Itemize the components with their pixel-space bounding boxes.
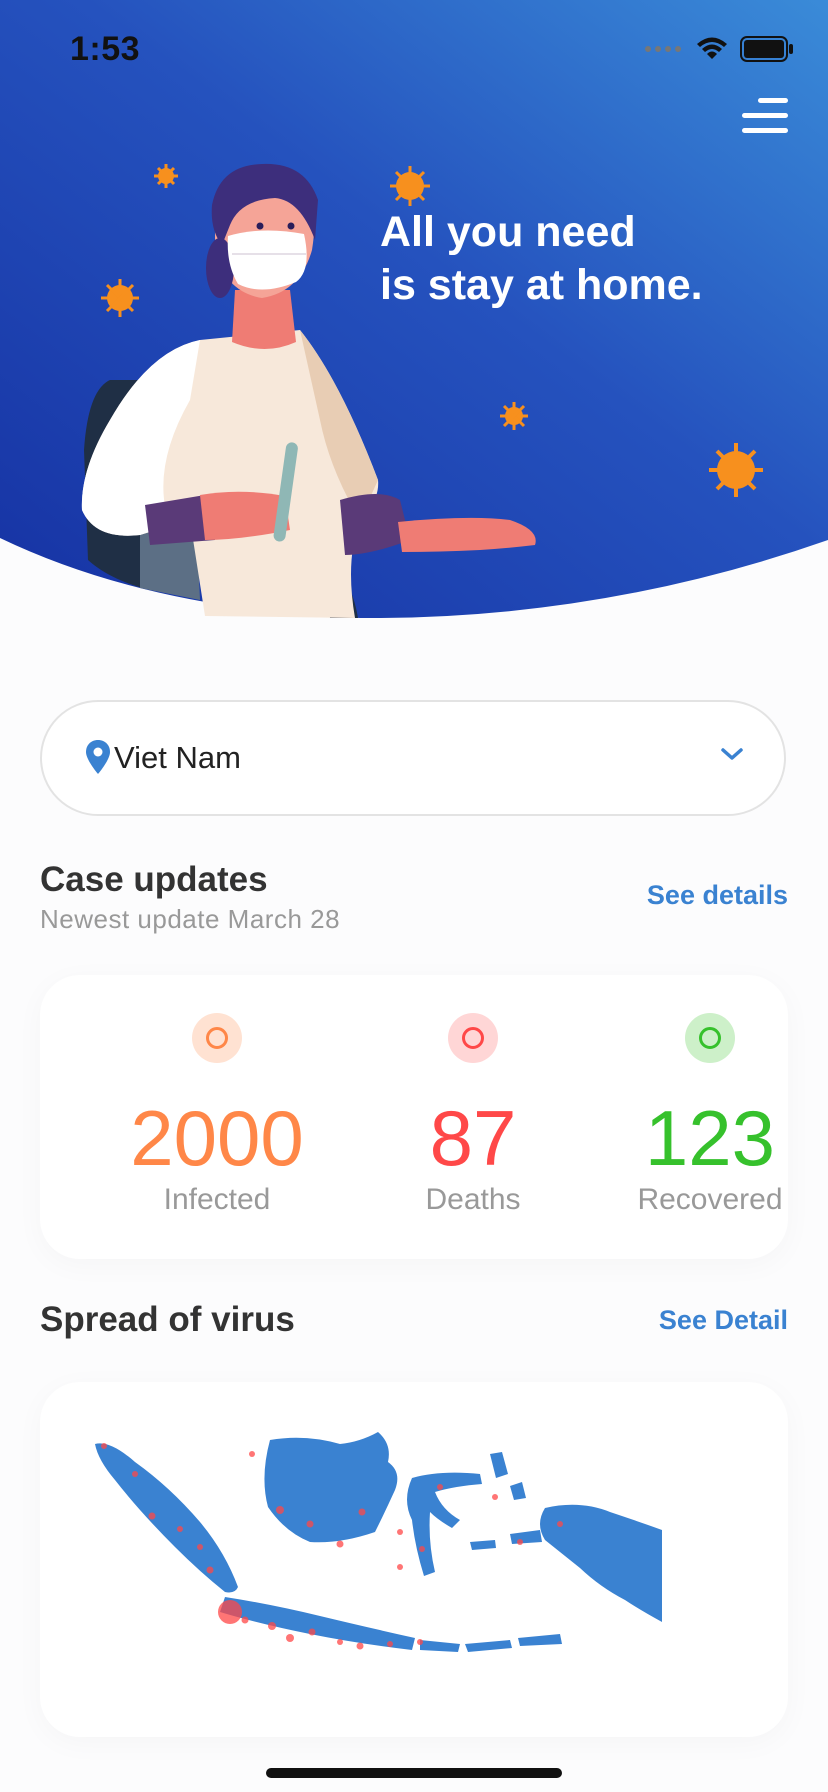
hero-headline: All you need is stay at home. bbox=[380, 206, 703, 312]
spread-title: Spread of virus bbox=[40, 1300, 295, 1339]
deaths-indicator-icon bbox=[448, 1013, 498, 1063]
chevron-down-icon bbox=[721, 748, 743, 760]
recovered-indicator-icon bbox=[685, 1013, 735, 1063]
see-details-link[interactable]: See details bbox=[647, 880, 788, 911]
location-pin-icon bbox=[86, 740, 110, 774]
menu-button[interactable] bbox=[740, 98, 788, 133]
home-indicator[interactable] bbox=[266, 1768, 562, 1778]
menu-line bbox=[758, 98, 788, 103]
see-detail-link[interactable]: See Detail bbox=[659, 1305, 788, 1336]
deaths-count: 87 bbox=[429, 1094, 517, 1182]
menu-line bbox=[742, 113, 788, 118]
hero-banner: 1:53 All you need is stay at home. bbox=[0, 0, 828, 630]
menu-line bbox=[742, 128, 788, 133]
virus-spread-map bbox=[95, 1432, 662, 1652]
status-time: 1:53 bbox=[70, 30, 141, 68]
signal-icon bbox=[645, 46, 681, 52]
infected-label: Infected bbox=[163, 1183, 271, 1216]
infected-indicator-icon bbox=[192, 1013, 242, 1063]
recovered-label: Recovered bbox=[637, 1183, 783, 1216]
hero-headline-line2: is stay at home. bbox=[380, 261, 703, 309]
case-updates-subtitle: Newest update March 28 bbox=[40, 904, 341, 934]
infected-count: 2000 bbox=[130, 1094, 304, 1182]
wifi-icon bbox=[697, 37, 727, 59]
spread-map-card[interactable] bbox=[40, 1382, 788, 1737]
case-stats-card: 2000 Infected 87 Deaths 123 Recovered bbox=[40, 975, 788, 1259]
recovered-count: 123 bbox=[644, 1094, 776, 1182]
country-dropdown-value: Viet Nam bbox=[114, 740, 241, 775]
doctor-illustration bbox=[81, 163, 536, 618]
hero-headline-line1: All you need bbox=[380, 208, 636, 256]
country-dropdown[interactable]: Viet Nam bbox=[40, 700, 786, 816]
status-icons bbox=[644, 36, 794, 62]
case-updates-title: Case updates bbox=[40, 860, 268, 899]
deaths-label: Deaths bbox=[425, 1183, 521, 1216]
battery-icon bbox=[740, 36, 793, 62]
